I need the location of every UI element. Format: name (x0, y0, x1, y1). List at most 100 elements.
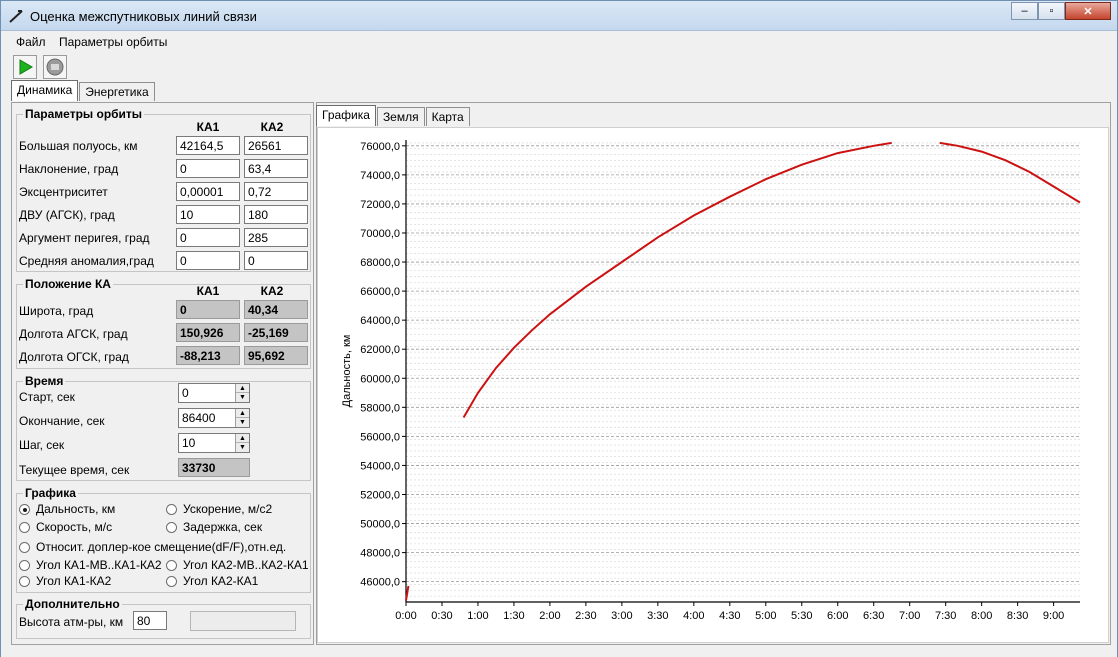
ka2-mean-anomaly-input[interactable] (244, 251, 308, 270)
atm-height-input[interactable] (133, 611, 167, 630)
position-legend: Положение КА (25, 277, 111, 291)
x-tick-label: 2:30 (575, 610, 596, 622)
ka1-eccentricity-input[interactable] (176, 182, 240, 201)
tab-dynamics[interactable]: Динамика (11, 80, 79, 101)
inclination-label: Наклонение, град (19, 162, 119, 176)
x-tick-label: 4:30 (719, 610, 740, 622)
graphs-legend: Графика (25, 486, 76, 500)
radio-angle-ka2-ka1-label: Угол КА2-КА1 (183, 574, 259, 588)
progress-bar (190, 611, 296, 631)
x-tick-label: 5:00 (755, 610, 776, 622)
step-value: 10 (182, 436, 196, 450)
chart-area: 46000,0 48000,0 50000,0 52000,0 54000,0 56000… (317, 127, 1109, 643)
radio-angle-ka2-ka1[interactable]: Угол КА2-КА1 (166, 574, 258, 588)
window-title: Оценка межспутниковых линий связи (30, 9, 257, 24)
ka2-eccentricity-input[interactable] (244, 182, 308, 201)
ka1-mean-anomaly-input[interactable] (176, 251, 240, 270)
x-tick-label: 6:00 (827, 610, 848, 622)
y-tick-label: 70000,0 (360, 228, 400, 240)
radio-icon (19, 541, 30, 553)
ka1-inclination-input[interactable] (176, 159, 240, 178)
start-time-label: Старт, сек (19, 390, 75, 404)
y-tick-label: 76000,0 (360, 141, 400, 153)
ka1-perigee-arg-input[interactable] (176, 228, 240, 247)
ka1-raan-input[interactable] (176, 205, 240, 224)
ka2-raan-input[interactable] (244, 205, 308, 224)
radio-velocity[interactable]: Скорость, м/с (19, 520, 112, 534)
spin-down-icon[interactable]: ▼ (236, 393, 249, 402)
x-tick-label: 1:30 (503, 610, 524, 622)
ka2-perigee-arg-input[interactable] (244, 228, 308, 247)
right-tabs: Графика Земля Карта (316, 105, 471, 126)
ka2-longitude-ogsk-value: 95,692 (244, 346, 308, 365)
position-col-ka1: КА1 (196, 284, 220, 298)
x-tick-label: 4:00 (683, 610, 704, 622)
end-time-spinner[interactable]: 86400 ▲ ▼ (178, 408, 250, 428)
x-tick-label: 3:00 (611, 610, 632, 622)
radio-distance[interactable]: Дальность, км (19, 502, 115, 516)
y-tick-label: 72000,0 (360, 199, 400, 211)
tab-earth[interactable]: Земля (376, 107, 425, 126)
tab-energetics[interactable]: Энергетика (79, 82, 155, 101)
ka2-semi-major-axis-input[interactable] (244, 136, 308, 155)
radio-angle-ka2-mv-label: Угол КА2-МВ..КА2-КА1 (183, 558, 309, 572)
x-tick-label: 3:30 (647, 610, 668, 622)
close-button[interactable]: ✕ (1065, 2, 1111, 20)
radio-icon (166, 503, 177, 515)
x-tick-label: 1:00 (467, 610, 488, 622)
x-tick-label: 7:30 (935, 610, 956, 622)
start-time-spinner[interactable]: 0 ▲ ▼ (178, 383, 250, 403)
x-tick-label: 7:00 (899, 610, 920, 622)
y-tick-label: 74000,0 (360, 170, 400, 182)
orbit-col-ka1: КА1 (196, 120, 220, 134)
radio-delay-label: Задержка, сек (183, 520, 263, 534)
distance-series-line (939, 141, 1081, 204)
menu-file[interactable]: Файл (16, 35, 46, 49)
x-tick-label: 9:00 (1043, 610, 1064, 622)
radio-distance-label: Дальность, км (36, 502, 116, 516)
extra-legend: Дополнительно (25, 597, 120, 611)
y-tick-label: 62000,0 (360, 344, 400, 356)
radio-doppler[interactable]: Относит. доплер-кое смещение(dF/F),отн.е… (19, 540, 286, 554)
stop-icon (46, 58, 64, 76)
spin-up-icon[interactable]: ▲ (236, 434, 249, 443)
latitude-label: Широта, град (19, 304, 94, 318)
play-icon (19, 59, 33, 75)
title-bar: Оценка межспутниковых линий связи ‒ ▫ ✕ (1, 1, 1117, 31)
ka1-semi-major-axis-input[interactable] (176, 136, 240, 155)
step-spinner[interactable]: 10 ▲ ▼ (178, 433, 250, 453)
spin-up-icon[interactable]: ▲ (236, 384, 249, 393)
y-tick-label: 48000,0 (360, 548, 400, 560)
radio-acceleration[interactable]: Ускорение, м/с2 (166, 502, 272, 516)
stop-button[interactable] (43, 55, 67, 79)
spin-down-icon[interactable]: ▼ (236, 418, 249, 427)
run-button[interactable] (13, 55, 37, 79)
ka2-inclination-input[interactable] (244, 159, 308, 178)
radio-delay[interactable]: Задержка, сек (166, 520, 262, 534)
longitude-agsk-label: Долгота АГСК, град (19, 327, 128, 341)
end-time-label: Окончание, сек (19, 414, 105, 428)
position-col-ka2: КА2 (260, 284, 284, 298)
eccentricity-label: Эксцентриситет (19, 185, 108, 199)
radio-icon (19, 521, 30, 533)
menu-orbit-params[interactable]: Параметры орбиты (59, 35, 167, 49)
y-tick-label: 66000,0 (360, 286, 400, 298)
radio-angle-ka1-ka2[interactable]: Угол КА1-КА2 (19, 574, 111, 588)
minimize-button[interactable]: ‒ (1011, 2, 1038, 20)
tab-map[interactable]: Карта (425, 107, 470, 126)
status-bar (1, 647, 1117, 657)
radio-angle-ka2-mv[interactable]: Угол КА2-МВ..КА2-КА1 (166, 558, 309, 572)
current-time-value: 33730 (178, 458, 250, 477)
menu-bar: Файл Параметры орбиты (1, 32, 1117, 52)
x-tick-label: 2:00 (539, 610, 560, 622)
distance-chart: 46000,0 48000,0 50000,0 52000,0 54000,0 56000… (341, 140, 1081, 622)
radio-angle-ka1-mv[interactable]: Угол КА1-МВ..КА1-КА2 (19, 558, 162, 572)
radio-icon (166, 521, 177, 533)
tab-graphics[interactable]: Графика (316, 105, 376, 126)
maximize-button[interactable]: ▫ (1038, 2, 1065, 20)
spin-up-icon[interactable]: ▲ (236, 409, 249, 418)
orbit-params-legend: Параметры орбиты (25, 107, 143, 121)
x-tick-label: 6:30 (863, 610, 884, 622)
radio-icon (166, 575, 177, 587)
spin-down-icon[interactable]: ▼ (236, 443, 249, 452)
